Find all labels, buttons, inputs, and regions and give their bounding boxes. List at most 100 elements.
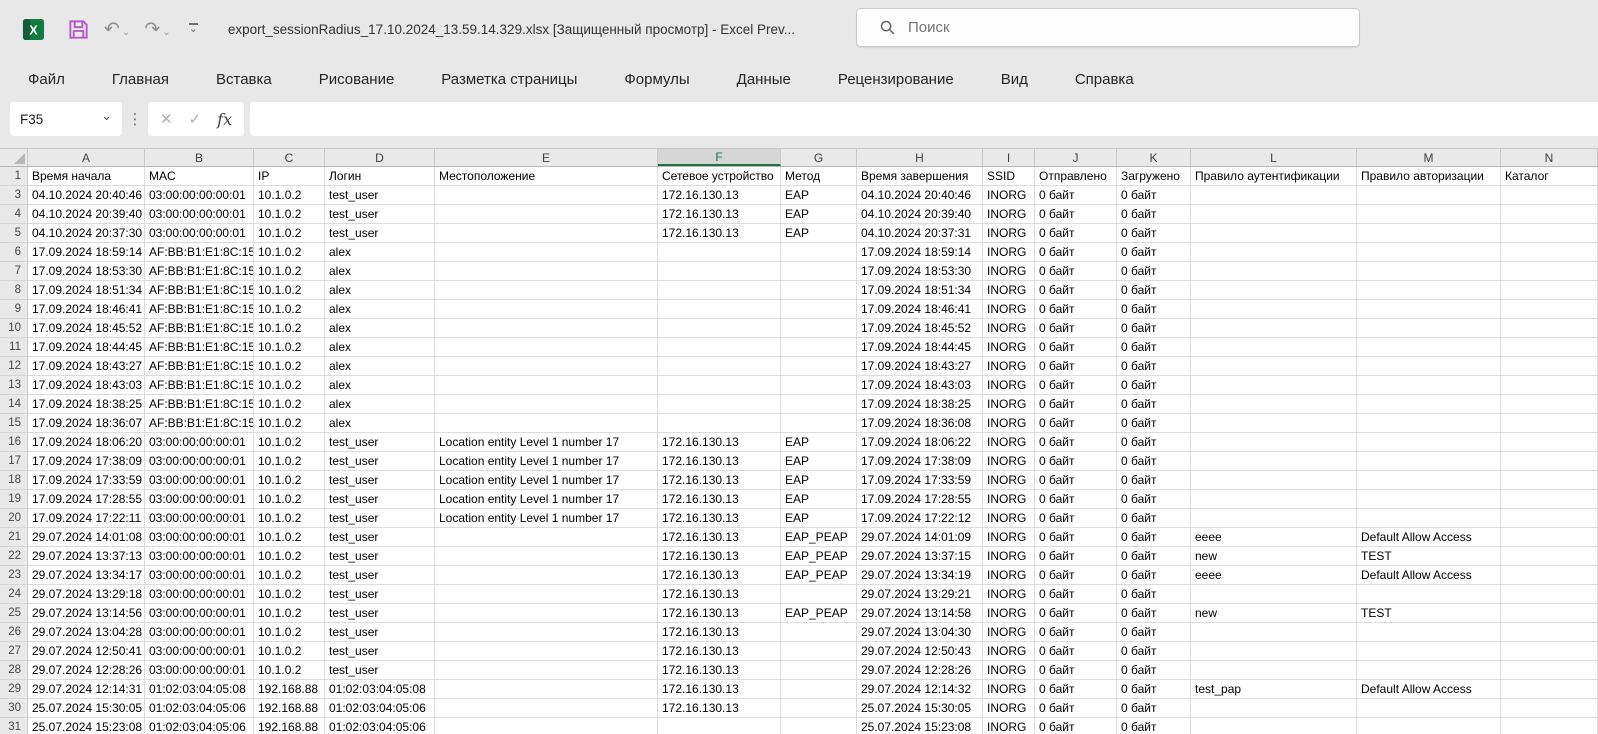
cell-M8[interactable] — [1357, 281, 1501, 300]
cell-B18[interactable]: 03:00:00:00:00:01 — [145, 471, 254, 490]
cell-M6[interactable] — [1357, 243, 1501, 262]
cell-H24[interactable]: 29.07.2024 13:29:21 — [857, 585, 983, 604]
cell-M15[interactable] — [1357, 414, 1501, 433]
cell-B8[interactable]: AF:BB:B1:E1:8C:15 — [145, 281, 254, 300]
cell-K24[interactable]: 0 байт — [1117, 585, 1191, 604]
cell-D24[interactable]: test_user — [325, 585, 435, 604]
cell-D9[interactable]: alex — [325, 300, 435, 319]
cell-D27[interactable]: test_user — [325, 642, 435, 661]
select-all-corner[interactable] — [0, 149, 28, 166]
cell-A8[interactable]: 17.09.2024 18:51:34 — [28, 281, 145, 300]
cell-J26[interactable]: 0 байт — [1035, 623, 1117, 642]
cell-G6[interactable] — [781, 243, 857, 262]
cell-G3[interactable]: EAP — [781, 186, 857, 205]
cell-M12[interactable] — [1357, 357, 1501, 376]
cell-G24[interactable] — [781, 585, 857, 604]
undo-button[interactable]: ↶ ⌄ — [104, 20, 130, 39]
cell-H29[interactable]: 29.07.2024 12:14:32 — [857, 680, 983, 699]
cell-I1[interactable]: SSID — [983, 167, 1035, 186]
cell-K8[interactable]: 0 байт — [1117, 281, 1191, 300]
cell-C15[interactable]: 10.1.0.2 — [254, 414, 325, 433]
cell-M24[interactable] — [1357, 585, 1501, 604]
cell-G21[interactable]: EAP_PEAP — [781, 528, 857, 547]
cell-G29[interactable] — [781, 680, 857, 699]
row-header-22[interactable]: 22 — [0, 547, 28, 566]
cell-J13[interactable]: 0 байт — [1035, 376, 1117, 395]
cell-J25[interactable]: 0 байт — [1035, 604, 1117, 623]
ribbon-tab-2[interactable]: Вставка — [216, 71, 272, 88]
cell-C19[interactable]: 10.1.0.2 — [254, 490, 325, 509]
cell-J6[interactable]: 0 байт — [1035, 243, 1117, 262]
column-header-M[interactable]: M — [1357, 149, 1501, 166]
cell-G11[interactable] — [781, 338, 857, 357]
cell-I10[interactable]: INORG — [983, 319, 1035, 338]
cell-A10[interactable]: 17.09.2024 18:45:52 — [28, 319, 145, 338]
cell-H27[interactable]: 29.07.2024 12:50:43 — [857, 642, 983, 661]
column-header-N[interactable]: N — [1501, 149, 1598, 166]
cell-I24[interactable]: INORG — [983, 585, 1035, 604]
cell-B21[interactable]: 03:00:00:00:00:01 — [145, 528, 254, 547]
cell-B12[interactable]: AF:BB:B1:E1:8C:15 — [145, 357, 254, 376]
cell-J12[interactable]: 0 байт — [1035, 357, 1117, 376]
ribbon-tab-file[interactable]: Файл — [28, 71, 65, 88]
enter-icon[interactable]: ✓ — [189, 110, 202, 128]
cell-N16[interactable] — [1501, 433, 1598, 452]
cell-H6[interactable]: 17.09.2024 18:59:14 — [857, 243, 983, 262]
row-header-16[interactable]: 16 — [0, 433, 28, 452]
cell-L27[interactable] — [1191, 642, 1357, 661]
cell-D29[interactable]: 01:02:03:04:05:08 — [325, 680, 435, 699]
cell-G10[interactable] — [781, 319, 857, 338]
cell-M4[interactable] — [1357, 205, 1501, 224]
cell-H15[interactable]: 17.09.2024 18:36:08 — [857, 414, 983, 433]
cell-F25[interactable]: 172.16.130.13 — [658, 604, 781, 623]
cell-L13[interactable] — [1191, 376, 1357, 395]
cell-B31[interactable]: 01:02:03:04:05:06 — [145, 718, 254, 734]
cell-J22[interactable]: 0 байт — [1035, 547, 1117, 566]
cell-A1[interactable]: Время начала — [28, 167, 145, 186]
cell-C8[interactable]: 10.1.0.2 — [254, 281, 325, 300]
cell-K27[interactable]: 0 байт — [1117, 642, 1191, 661]
cell-E18[interactable]: Location entity Level 1 number 17 — [435, 471, 658, 490]
cell-L1[interactable]: Правило аутентификации — [1191, 167, 1357, 186]
cell-A19[interactable]: 17.09.2024 17:28:55 — [28, 490, 145, 509]
cell-D6[interactable]: alex — [325, 243, 435, 262]
cell-C7[interactable]: 10.1.0.2 — [254, 262, 325, 281]
cell-D4[interactable]: test_user — [325, 205, 435, 224]
cell-K10[interactable]: 0 байт — [1117, 319, 1191, 338]
cell-H21[interactable]: 29.07.2024 14:01:09 — [857, 528, 983, 547]
cell-H9[interactable]: 17.09.2024 18:46:41 — [857, 300, 983, 319]
cell-N6[interactable] — [1501, 243, 1598, 262]
cell-L6[interactable] — [1191, 243, 1357, 262]
cell-N1[interactable]: Каталог — [1501, 167, 1598, 186]
cell-A16[interactable]: 17.09.2024 18:06:20 — [28, 433, 145, 452]
cell-F1[interactable]: Сетевое устройство — [658, 167, 781, 186]
cell-B28[interactable]: 03:00:00:00:00:01 — [145, 661, 254, 680]
cell-C6[interactable]: 10.1.0.2 — [254, 243, 325, 262]
cell-B6[interactable]: AF:BB:B1:E1:8C:15 — [145, 243, 254, 262]
cell-C13[interactable]: 10.1.0.2 — [254, 376, 325, 395]
cell-M10[interactable] — [1357, 319, 1501, 338]
cell-K15[interactable]: 0 байт — [1117, 414, 1191, 433]
cell-G19[interactable]: EAP — [781, 490, 857, 509]
cell-H10[interactable]: 17.09.2024 18:45:52 — [857, 319, 983, 338]
cell-E14[interactable] — [435, 395, 658, 414]
cell-M1[interactable]: Правило авторизации — [1357, 167, 1501, 186]
row-header-25[interactable]: 25 — [0, 604, 28, 623]
cell-C20[interactable]: 10.1.0.2 — [254, 509, 325, 528]
cell-K11[interactable]: 0 байт — [1117, 338, 1191, 357]
ribbon-tab-3[interactable]: Рисование — [319, 71, 395, 88]
cell-E8[interactable] — [435, 281, 658, 300]
cell-N13[interactable] — [1501, 376, 1598, 395]
cell-C3[interactable]: 10.1.0.2 — [254, 186, 325, 205]
cell-L23[interactable]: eeee — [1191, 566, 1357, 585]
cell-I7[interactable]: INORG — [983, 262, 1035, 281]
cell-H16[interactable]: 17.09.2024 18:06:22 — [857, 433, 983, 452]
cell-C4[interactable]: 10.1.0.2 — [254, 205, 325, 224]
cell-J16[interactable]: 0 байт — [1035, 433, 1117, 452]
cell-J20[interactable]: 0 байт — [1035, 509, 1117, 528]
cell-F30[interactable]: 172.16.130.13 — [658, 699, 781, 718]
cell-E7[interactable] — [435, 262, 658, 281]
cell-K14[interactable]: 0 байт — [1117, 395, 1191, 414]
cell-H28[interactable]: 29.07.2024 12:28:26 — [857, 661, 983, 680]
cell-I18[interactable]: INORG — [983, 471, 1035, 490]
